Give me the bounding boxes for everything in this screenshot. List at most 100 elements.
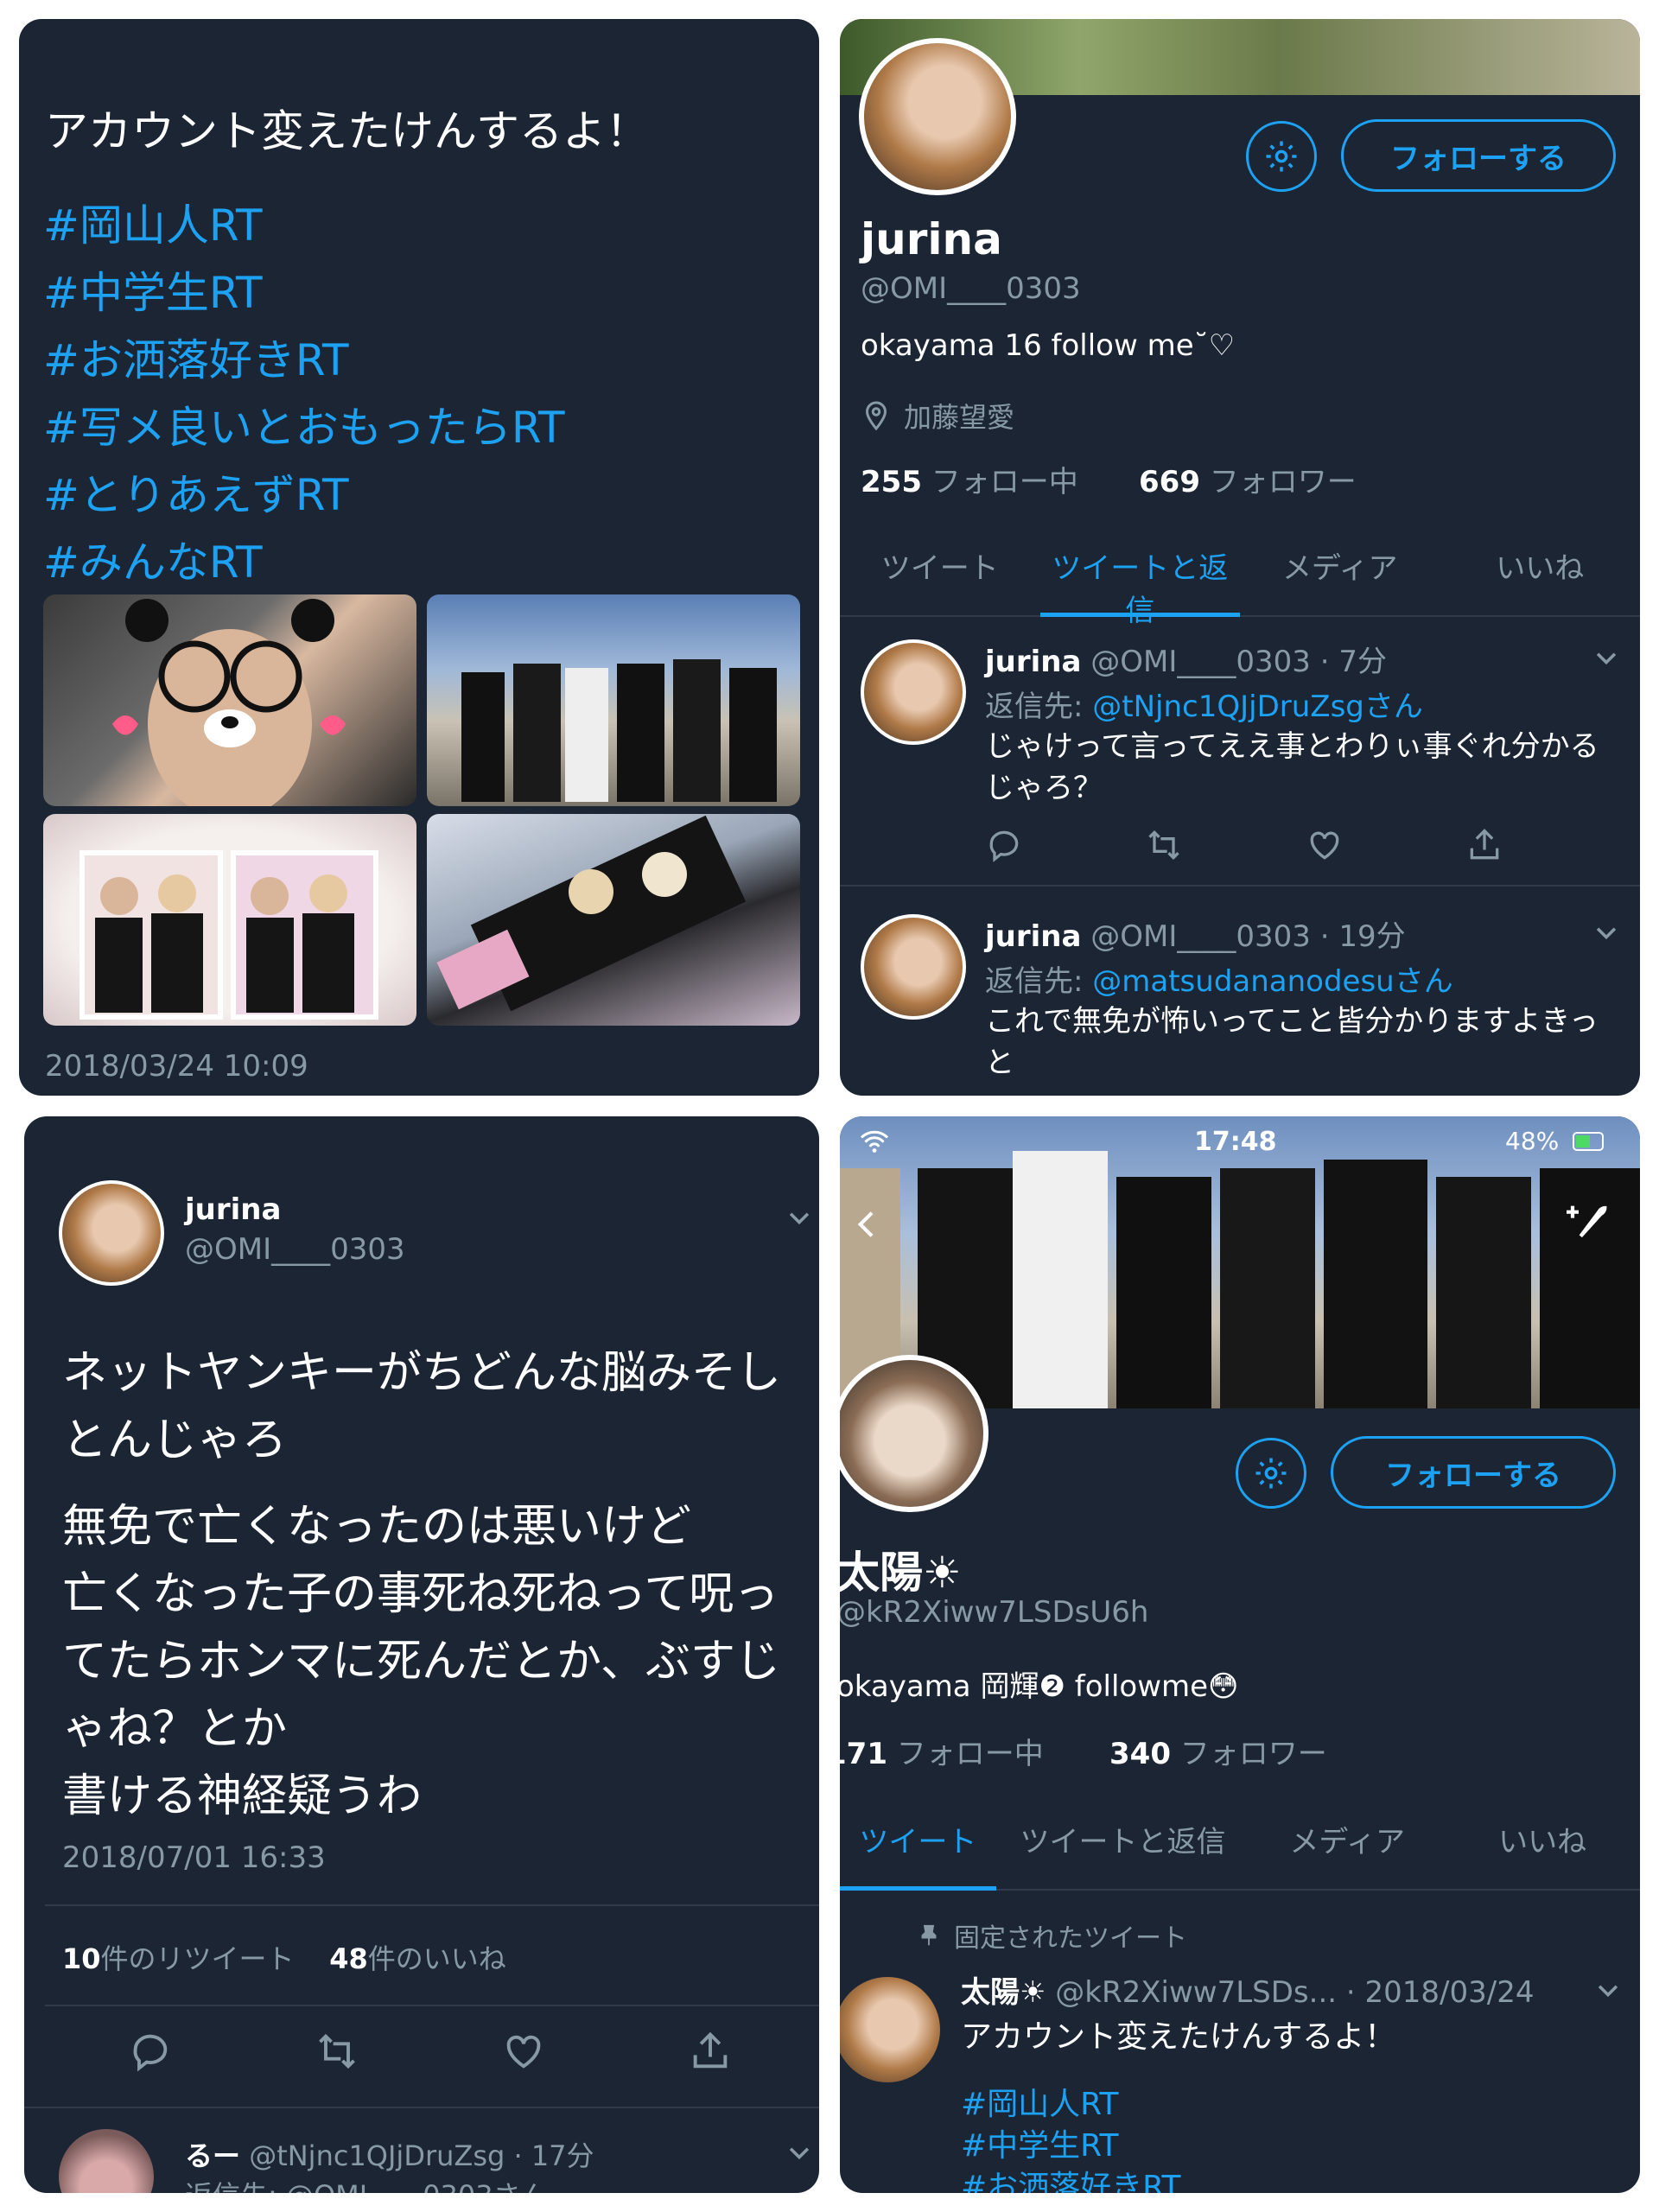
hashtag-link[interactable]: #お洒落好きRT	[43, 327, 565, 394]
profile-panel-taiyo: 17:48 48% フォローする 太陽☀ @kR2Xiww7LSDsU6h ok…	[840, 1116, 1640, 2193]
tweet-text: アカウント変えたけんするよ！	[45, 106, 649, 156]
followers-stat[interactable]: 669 フォロワー	[1139, 458, 1357, 500]
tab-tweets[interactable]: ツイート	[840, 520, 1040, 615]
avatar[interactable]	[840, 1355, 988, 1512]
tab-likes[interactable]: いいね	[1440, 520, 1641, 615]
reply-to: 返信先: @matsudananodesuさん	[985, 957, 1453, 1000]
tweet-line: 亡くなった子の事死ね死ねって呪っ	[62, 1568, 779, 1620]
tweet-body: ネットヤンキーがちどんな脳みそし とんじゃろ 無免で亡くなったのは悪いけど 亡く…	[62, 1339, 781, 1830]
chevron-down-icon[interactable]	[1593, 1975, 1623, 2005]
reply-to-link[interactable]: @tNjnc1QJjDruZsgさん	[1092, 690, 1423, 724]
author-name: jurina	[185, 1192, 282, 1227]
followers-count: 669	[1139, 465, 1200, 499]
tab-tweets[interactable]: ツイート	[840, 1794, 996, 1891]
pinned-label-text: 固定されたツイート	[954, 1923, 1187, 1954]
hashtag-link[interactable]: #とりあえずRT	[43, 461, 565, 529]
follow-button[interactable]: フォローする	[1331, 1436, 1616, 1509]
tweet-avatar[interactable]	[861, 914, 966, 1020]
tweet-date: · 2018/03/24	[1345, 1975, 1535, 2010]
tweet-timestamp: 2018/03/24 10:09	[45, 1049, 308, 1084]
tweet-header: jurina @OMI____0303 · 7分	[985, 638, 1387, 680]
pin-icon	[921, 1924, 937, 1946]
reply-prefix: 返信先:	[985, 964, 1093, 999]
compose-tweet-icon[interactable]	[1560, 1196, 1609, 1244]
tweet-photo[interactable]	[43, 814, 416, 1026]
profile-handle: @kR2Xiww7LSDsU6h	[840, 1595, 1149, 1630]
tab-tweets-replies[interactable]: ツイートと返信	[996, 1794, 1250, 1889]
tweet-avatar[interactable]	[840, 1977, 940, 2082]
avatar[interactable]	[59, 1180, 164, 1286]
settings-button[interactable]	[1246, 121, 1317, 192]
location-pin-icon	[865, 401, 887, 431]
reply-to: 返信先: @tNjnc1QJjDruZsgさん	[985, 683, 1423, 725]
tilted-group-photo-icon	[436, 815, 747, 1012]
tweet-line: ゃね？とか	[62, 1703, 288, 1755]
tab-likes[interactable]: いいね	[1445, 1794, 1640, 1889]
retweet-label[interactable]: 件のリツイート	[101, 1942, 295, 1975]
profile-panel-jurina: フォローする jurina @OMI____0303 okayama 16 fo…	[840, 19, 1640, 1096]
reply-to-link[interactable]: @matsudananodesuさん	[1092, 964, 1452, 999]
tweet-photo[interactable]	[427, 814, 800, 1026]
followers-count: 340	[1109, 1737, 1171, 1771]
gear-icon	[1255, 1458, 1287, 1489]
chevron-down-icon[interactable]	[1592, 643, 1621, 672]
tweet-photo[interactable]	[427, 594, 800, 806]
followers-stat[interactable]: 340 フォロワー	[1109, 1730, 1327, 1772]
hashtag-link[interactable]: #お洒落好きRT	[961, 2167, 1181, 2193]
hashtag-link[interactable]: #写メ良いとおもったらRT	[43, 394, 565, 461]
chevron-down-icon[interactable]	[785, 1203, 814, 1232]
tweet-line: ネットヤンキーがちどんな脳みそし	[62, 1347, 782, 1399]
divider	[45, 1904, 819, 1906]
profile-bio: okayama 岡輝❷ followme😳	[840, 1669, 1239, 1704]
retweet-count[interactable]: 10	[62, 1942, 101, 1975]
followers-label: フォロワー	[1179, 1737, 1327, 1771]
tweet-author: jurina	[985, 645, 1082, 679]
status-time: 17:48	[1194, 1127, 1277, 1157]
hashtag-link[interactable]: #みんなRT	[43, 529, 565, 596]
profile-banner: 17:48 48%	[840, 1116, 1640, 1408]
hashtag-link[interactable]: #岡山人RT	[43, 192, 565, 259]
hashtag-link[interactable]: #岡山人RT	[961, 2084, 1181, 2126]
divider	[840, 885, 1640, 887]
like-label[interactable]: 件のいいね	[368, 1942, 506, 1975]
retweet-icon[interactable]	[1145, 826, 1183, 864]
back-arrow-icon[interactable]	[850, 1203, 885, 1246]
retweet-icon[interactable]	[315, 2029, 359, 2074]
tab-tweets-replies[interactable]: ツイートと返信	[1039, 520, 1241, 628]
tweet-header: 太陽☀ @kR2Xiww7LSDs... · 2018/03/24	[961, 1968, 1534, 2011]
profile-bio: okayama 16 follow me˘♡	[861, 328, 1236, 363]
tweet-photo[interactable]	[43, 594, 416, 806]
follow-button[interactable]: フォローする	[1341, 119, 1616, 192]
following-stat[interactable]: 255 フォロー中	[861, 458, 1078, 500]
reply-avatar[interactable]	[59, 2129, 154, 2193]
profile-name: 太陽☀	[840, 1548, 962, 1598]
profile-name: jurina	[861, 214, 1002, 264]
like-icon[interactable]	[1306, 826, 1344, 864]
pinned-tweet-label: 固定されたツイート	[916, 1916, 1187, 1955]
location-text: 加藤望愛	[904, 401, 1015, 434]
following-stat[interactable]: 171 フォロー中	[840, 1730, 1044, 1772]
tweet-text: アカウント変えたけんするよ！	[961, 2019, 1396, 2055]
profile-location: 加藤望愛	[861, 396, 1014, 435]
tweet-line: とんじゃろ	[62, 1414, 288, 1466]
hashtag-link[interactable]: #中学生RT	[961, 2126, 1181, 2167]
tweet-line: 書ける神経疑うわ	[62, 1770, 423, 1822]
tweet-avatar[interactable]	[861, 639, 966, 745]
chevron-down-icon[interactable]	[1592, 918, 1621, 947]
share-icon[interactable]	[688, 2029, 733, 2074]
reply-prefix: 返信先:	[985, 690, 1093, 724]
tweet-header: jurina @OMI____0303 · 19分	[985, 912, 1406, 955]
avatar[interactable]	[859, 38, 1016, 195]
like-count[interactable]: 48	[329, 1942, 368, 1975]
profile-tabs: ツイート ツイートと返信 メディア いいね	[840, 520, 1641, 628]
tab-media[interactable]: メディア	[1240, 520, 1440, 615]
like-icon[interactable]	[501, 2029, 546, 2074]
chevron-down-icon[interactable]	[785, 2138, 814, 2167]
reply-icon[interactable]	[985, 826, 1023, 864]
hashtag-link[interactable]: #中学生RT	[43, 259, 565, 327]
share-icon[interactable]	[1465, 826, 1503, 864]
reply-icon[interactable]	[128, 2029, 173, 2074]
tweet-actions	[985, 826, 1503, 864]
tab-media[interactable]: メディア	[1249, 1794, 1445, 1889]
settings-button[interactable]	[1236, 1438, 1306, 1509]
